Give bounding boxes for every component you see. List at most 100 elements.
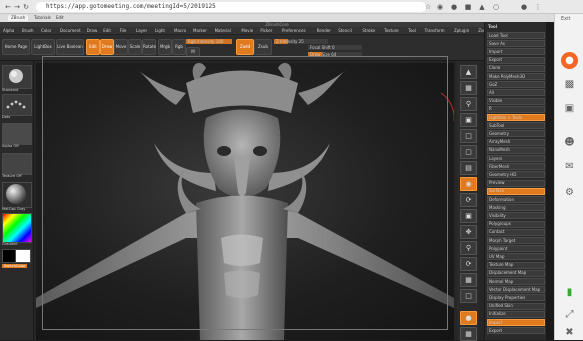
extension-icon[interactable]: ■ [464,3,472,11]
tool-palette-item[interactable]: NanoMesh [489,147,510,152]
zsub-button[interactable]: Zsub [254,39,272,55]
mrgb-button[interactable]: Mrgb [158,39,172,55]
back-icon[interactable]: ← [4,3,12,11]
tool-palette-item[interactable]: R [489,106,492,111]
menu-color[interactable]: Color [41,28,51,33]
exit-label[interactable]: Exit [561,16,570,22]
transp-icon[interactable]: □ [460,289,477,303]
menu-transform[interactable]: Transform [425,28,445,33]
menu-preferences[interactable]: Preferences [282,28,306,33]
tool-palette-item[interactable]: Export [489,57,502,62]
menu-movie[interactable]: Movie [241,28,253,33]
stroke-selector[interactable] [2,94,32,116]
menu-icon[interactable]: ⋮ [534,3,542,11]
switch-color-button[interactable]: SwitchColor [2,264,28,268]
persp-icon[interactable]: ▢ [460,145,477,159]
tool-palette-item[interactable]: Masking [489,205,506,210]
extension-icon[interactable]: ◉ [436,3,444,11]
brush-selector[interactable] [2,65,32,89]
rgb-intensity-slider[interactable]: Rgb Intensity 100 [186,39,232,44]
menu-tool[interactable]: Tool [408,28,416,33]
tool-palette-item[interactable]: Import [489,320,502,325]
m-button[interactable]: M [186,47,200,57]
menu-edit[interactable]: Edit [103,28,111,33]
draw-button[interactable]: Draw [100,39,114,55]
menu-file[interactable]: File [120,28,127,33]
main-color-swatch[interactable] [15,249,31,263]
local-symmetry-icon[interactable]: ◉ [460,177,477,191]
edit-button[interactable]: Edit [86,39,100,55]
tool-palette-item[interactable]: Unified Skin [489,303,513,308]
tool-palette-item[interactable]: Export [489,328,502,333]
tool-palette-item[interactable]: Polypaint [489,246,507,251]
xpose-icon[interactable]: ▦ [460,327,477,341]
aahalf-icon[interactable]: □ [460,129,477,143]
z-intensity-slider[interactable]: Z Intensity 25 [274,39,328,44]
tool-palette-item[interactable]: Visibility [489,213,506,218]
palette-scrollbar[interactable] [546,22,554,340]
tool-palette-item[interactable]: Layers [489,156,502,161]
tool-palette-item[interactable]: Geometry [489,131,509,136]
settings-icon[interactable]: ⚙ [561,184,578,201]
tool-palette-item[interactable]: Preview [489,180,505,185]
tool-palette-item[interactable]: Displacement Map [489,270,526,275]
rgb-button[interactable]: Rgb [172,39,186,55]
tool-palette-button[interactable] [487,89,545,97]
solo-icon[interactable]: ● [460,311,477,325]
xyz-icon[interactable]: ⟳ [460,193,477,207]
tool-palette-item[interactable]: UV Map [489,254,504,259]
zoom-icon[interactable]: ⚲ [460,97,477,111]
tool-palette-button[interactable] [487,105,545,113]
draw-size-slider[interactable]: Draw Size 64 [308,52,362,57]
color-picker[interactable] [2,213,32,243]
tab-zbrush[interactable]: ZBrush [8,15,29,21]
screen-share-icon[interactable]: ▩ [561,76,578,93]
forward-icon[interactable]: → [13,3,21,11]
actual-icon[interactable]: ▣ [460,113,477,127]
focal-shift-slider[interactable]: Focal Shift 0 [308,45,362,50]
tab-tutorials[interactable]: Tutorials [34,15,51,21]
chat-icon[interactable]: ✉ [561,158,578,175]
menu-macro[interactable]: Macro [174,28,186,33]
tool-palette-item[interactable]: Geometry HD [489,172,516,177]
menu-marker[interactable]: Marker [193,28,207,33]
star-icon[interactable]: ☆ [424,3,432,11]
home-page-button[interactable]: Home Page [2,39,30,55]
collapse-icon[interactable]: ✖ [561,324,578,341]
tool-palette-item[interactable]: SubTool [489,123,504,128]
live-boolean-button[interactable]: Live Boolean [56,39,84,55]
extension-icon[interactable]: ● [450,3,458,11]
rotate-icon[interactable]: ⟳ [460,257,477,271]
frame-icon[interactable]: ▣ [460,209,477,223]
move-button[interactable]: Move [114,39,128,55]
tool-palette-item[interactable]: Lightbox > Tools [489,115,522,120]
material-selector[interactable] [2,182,32,208]
tool-palette-item[interactable]: Contact [489,229,505,234]
tool-palette-item[interactable]: Polygroups [489,221,511,226]
tool-palette-item[interactable]: Initialize [489,311,506,316]
menu-zplugin[interactable]: Zplugin [454,28,469,33]
tool-palette-item[interactable]: Display Properties [489,295,525,300]
document-canvas[interactable] [36,63,454,340]
menu-document[interactable]: Document [60,28,81,33]
tool-palette-item[interactable]: Clone [489,65,500,70]
linefill-icon[interactable]: ▦ [460,273,477,287]
reload-icon[interactable]: ↻ [22,3,30,11]
tool-palette-item[interactable]: FiberMesh [489,164,509,169]
alpha-selector[interactable] [2,123,32,145]
tool-palette-item[interactable]: Vector Displacement Map [489,287,540,292]
tool-palette-item[interactable]: ArrayMesh [489,139,510,144]
tool-palette-item[interactable]: Texture Map [489,262,513,267]
camera-icon[interactable]: ▣ [561,100,578,117]
menu-alpha[interactable]: Alpha [3,28,14,33]
menu-picker[interactable]: Picker [260,28,272,33]
menu-brush[interactable]: Brush [22,28,34,33]
tool-palette-item[interactable]: Visible [489,98,502,103]
move-icon[interactable]: ✥ [460,225,477,239]
menu-material[interactable]: Material [215,28,231,33]
expand-icon[interactable]: ⤢ [561,306,578,323]
menu-stroke[interactable]: Stroke [362,28,375,33]
tab-edit[interactable]: Edit [56,15,64,21]
tool-palette-header[interactable]: Tool [488,24,497,29]
tool-palette-item[interactable]: All [489,90,494,95]
